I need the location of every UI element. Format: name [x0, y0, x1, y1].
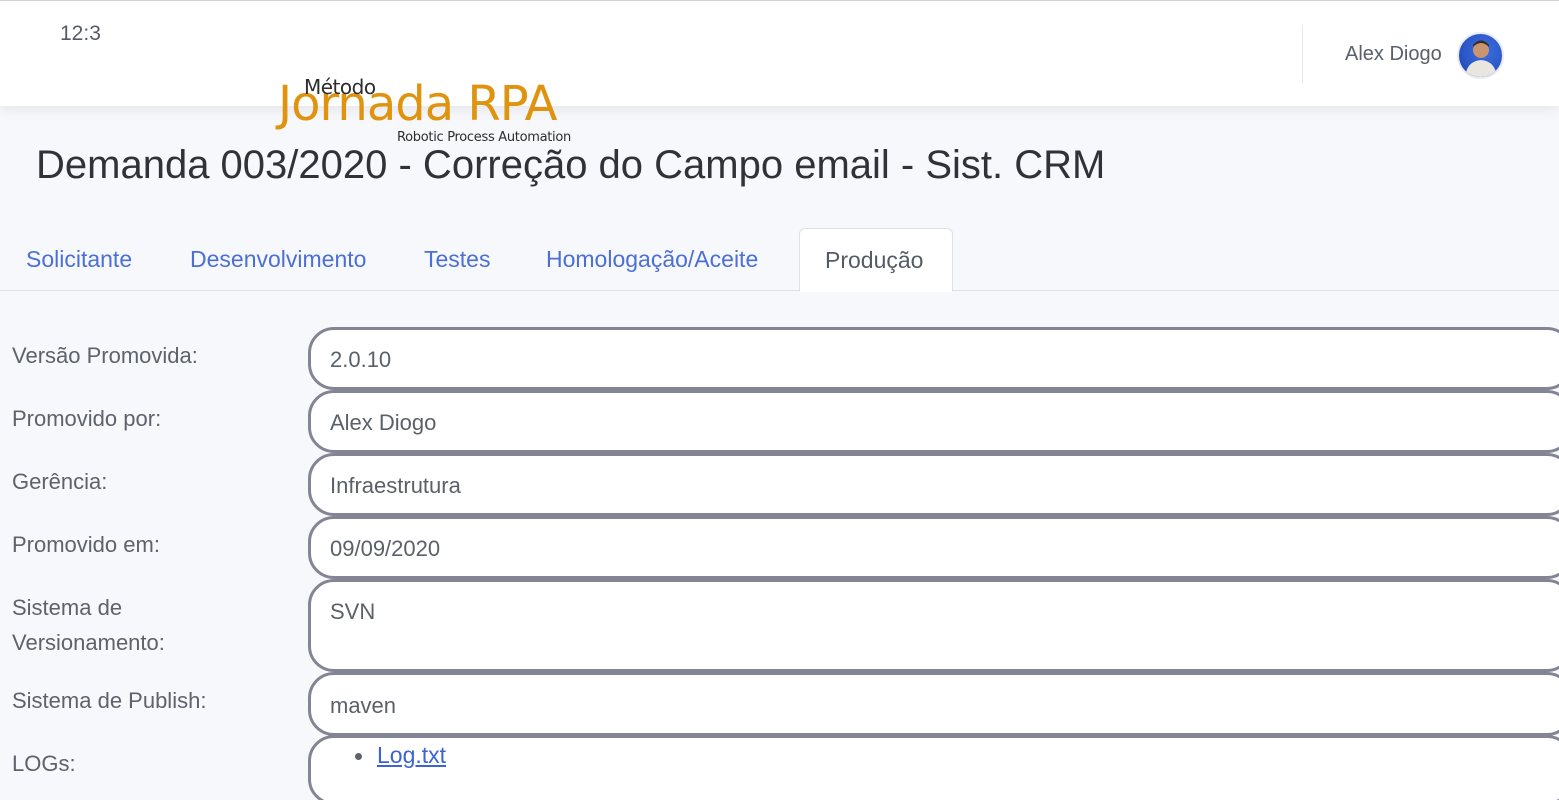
sistema-publish-field[interactable]: maven — [308, 672, 1559, 736]
versao-field[interactable]: 2.0.10 — [308, 327, 1559, 390]
gerencia-label: Gerência: — [12, 469, 108, 494]
bullet-icon — [355, 753, 362, 760]
tab-desenvolvimento[interactable]: Desenvolvimento — [190, 228, 366, 291]
promovido-por-field[interactable]: Alex Diogo — [308, 390, 1559, 453]
user-name[interactable]: Alex Diogo — [1345, 43, 1442, 66]
tab-testes[interactable]: Testes — [424, 228, 490, 291]
clock-text: 12:3 — [60, 22, 101, 45]
page-title: Demanda 003/2020 - Correção do Campo ema… — [36, 143, 1106, 187]
versao-label: Versão Promovida: — [12, 343, 198, 368]
promovido-em-label: Promovido em: — [12, 532, 160, 557]
versao-value: 2.0.10 — [330, 347, 392, 372]
gerencia-value: Infraestrutura — [330, 473, 461, 498]
promovido-em-field[interactable]: 09/09/2020 — [308, 516, 1559, 579]
logo-top-text: Método — [304, 75, 376, 99]
sistema-versionamento-field[interactable]: SVN — [308, 579, 1559, 672]
logs-label: LOGs: — [12, 751, 76, 776]
sistema-publish-label: Sistema de Publish: — [12, 688, 207, 713]
tab-solicitante[interactable]: Solicitante — [26, 228, 132, 291]
jornada-rpa-logo: Jornada RPA Método Robotic Process Autom… — [278, 72, 588, 152]
avatar-person-icon — [1465, 40, 1497, 77]
user-avatar[interactable] — [1457, 32, 1504, 79]
sistema-versionamento-label-line1: Sistema de — [12, 595, 123, 620]
header-divider — [1302, 25, 1303, 83]
promovido-por-label: Promovido por: — [12, 406, 162, 431]
sistema-publish-value: maven — [330, 693, 397, 718]
logs-field: Log.txt — [308, 735, 1559, 800]
sistema-versionamento-value: SVN — [330, 599, 376, 624]
log-file-link[interactable]: Log.txt — [377, 742, 446, 769]
tab-bar: Solicitante Desenvolvimento Testes Homol… — [0, 228, 1559, 292]
promovido-por-value: Alex Diogo — [330, 410, 437, 435]
gerencia-field[interactable]: Infraestrutura — [308, 453, 1559, 516]
promovido-em-value: 09/09/2020 — [330, 536, 441, 561]
tab-producao[interactable]: Produção — [799, 228, 953, 292]
tab-homologacao[interactable]: Homologação/Aceite — [546, 228, 758, 291]
top-header-bar: 12:3 Alex Diogo — [0, 0, 1559, 106]
sistema-versionamento-label: Sistema de Versionamento: — [12, 590, 165, 660]
sistema-versionamento-label-line2: Versionamento: — [12, 630, 165, 655]
